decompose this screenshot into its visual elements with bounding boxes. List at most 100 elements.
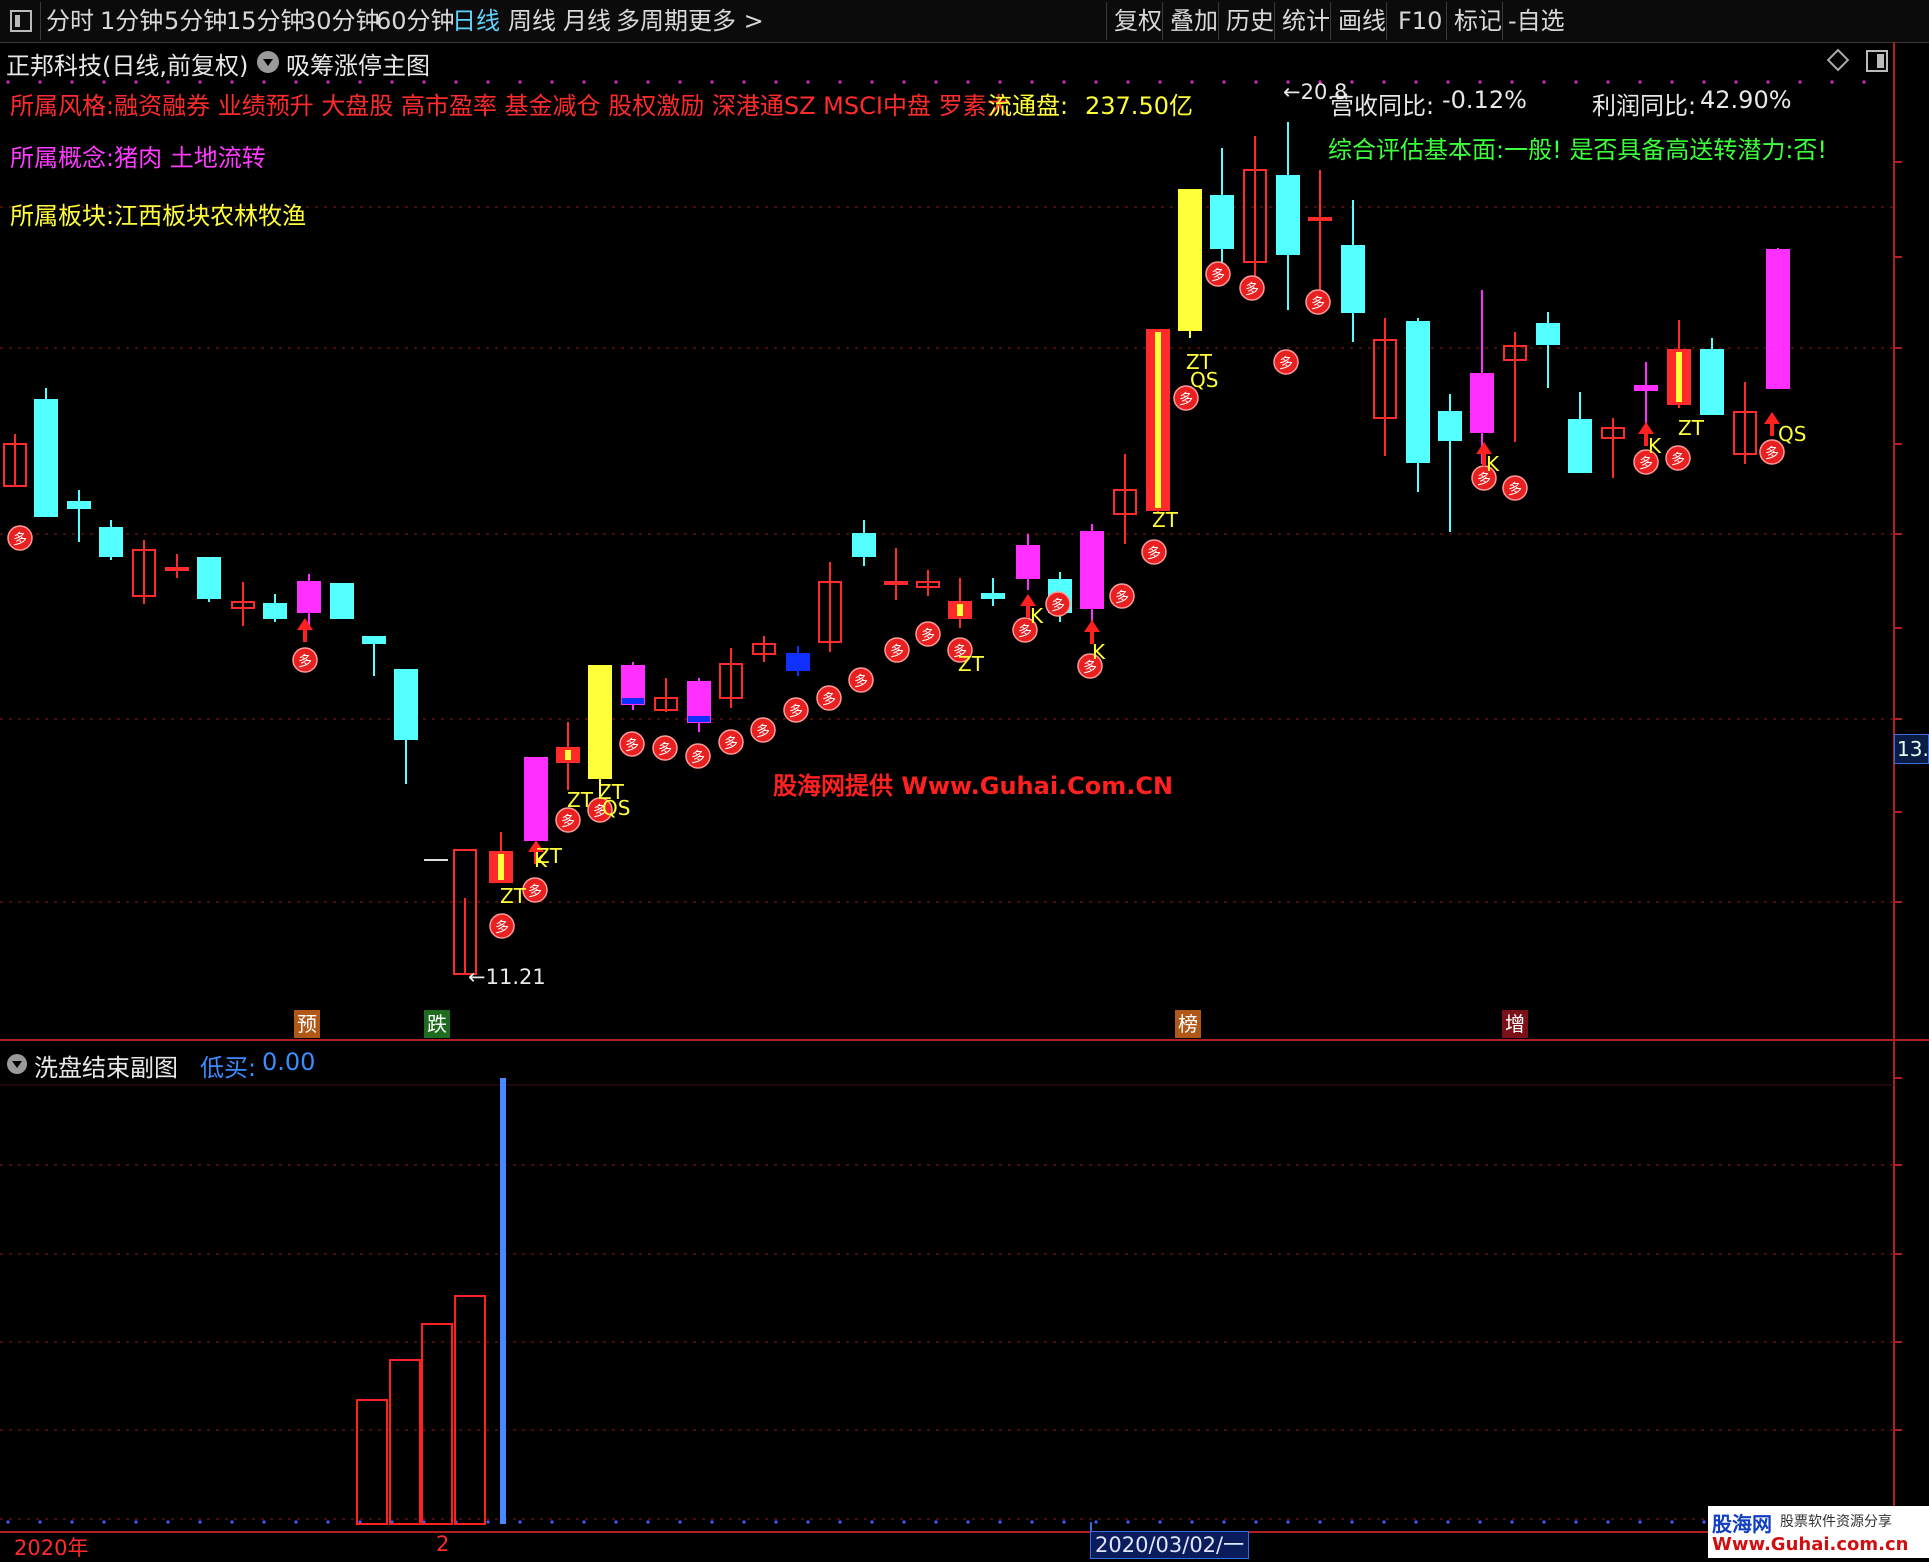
candle-body bbox=[330, 583, 354, 619]
top-dot bbox=[902, 80, 906, 84]
top-dot bbox=[1510, 80, 1514, 84]
top-dot bbox=[646, 80, 650, 84]
panel-toggle-icon[interactable] bbox=[1866, 50, 1888, 72]
candle-body bbox=[165, 567, 189, 571]
tab-5min[interactable]: 5分钟 bbox=[164, 4, 227, 38]
duo-buy-glyph: 多 bbox=[495, 919, 509, 936]
top-dot bbox=[1094, 80, 1098, 84]
top-dot bbox=[454, 80, 458, 84]
watermark: 股海网提供 Www.Guhai.Com.CN bbox=[773, 772, 1174, 800]
top-dot bbox=[838, 80, 842, 84]
duo-buy-glyph: 多 bbox=[528, 883, 542, 900]
time-dot bbox=[614, 1520, 618, 1524]
watchlist-button[interactable]: -自选 bbox=[1508, 4, 1565, 38]
candle-body bbox=[588, 665, 612, 779]
event-tag-rank[interactable]: 榜 bbox=[1175, 1010, 1201, 1038]
window-menu-icon[interactable] bbox=[10, 10, 32, 32]
top-dot bbox=[1670, 80, 1674, 84]
tab-multi-period[interactable]: 多周期 bbox=[616, 4, 688, 38]
time-dot bbox=[1158, 1520, 1162, 1524]
up-arrow-icon bbox=[297, 618, 313, 642]
low-buy-value: 0.00 bbox=[262, 1048, 316, 1076]
candle-body bbox=[1080, 531, 1104, 609]
wash-bar bbox=[454, 1295, 486, 1525]
duo-buy-glyph: 多 bbox=[298, 653, 312, 670]
wash-bar bbox=[356, 1399, 388, 1525]
top-dot bbox=[934, 80, 938, 84]
draw-line-button[interactable]: 画线 bbox=[1338, 4, 1386, 38]
candle-body bbox=[884, 581, 908, 585]
event-tag-drop[interactable]: 跌 bbox=[424, 1010, 450, 1038]
event-tag-increase[interactable]: 增 bbox=[1502, 1010, 1528, 1038]
top-dot bbox=[1478, 80, 1482, 84]
candle-body bbox=[67, 501, 91, 509]
indicator-dropdown-icon[interactable] bbox=[257, 51, 279, 73]
tab-daily[interactable]: 日线 bbox=[452, 4, 500, 38]
tab-fenshi[interactable]: 分时 bbox=[46, 4, 94, 38]
style-tags: 所属风格:融资融券 业绩预升 大盘股 高市盈率 基金减仓 股权激励 深港通SZ … bbox=[10, 92, 1011, 120]
candle-body bbox=[34, 399, 58, 517]
history-button[interactable]: 历史 bbox=[1226, 4, 1274, 38]
tab-60min[interactable]: 60分钟 bbox=[376, 4, 455, 38]
candle-body bbox=[1438, 411, 1462, 441]
duo-buy-glyph: 多 bbox=[625, 737, 639, 754]
low-buy-spike bbox=[500, 1078, 506, 1524]
f10-button[interactable]: F10 bbox=[1398, 4, 1442, 38]
candle-base bbox=[622, 698, 644, 704]
fuquan-button[interactable]: 复权 bbox=[1114, 4, 1162, 38]
up-arrow-icon bbox=[1764, 412, 1780, 436]
candle-body bbox=[1700, 349, 1724, 415]
time-dot bbox=[1222, 1520, 1226, 1524]
tab-30min[interactable]: 30分钟 bbox=[301, 4, 380, 38]
tab-1min[interactable]: 1分钟 bbox=[100, 4, 163, 38]
limit-up-stripe bbox=[1155, 332, 1161, 508]
up-arrow-icon bbox=[1084, 620, 1100, 644]
indicator-name[interactable]: 吸筹涨停主图 bbox=[286, 46, 430, 81]
tab-monthly[interactable]: 月线 bbox=[563, 4, 611, 38]
top-dot bbox=[1766, 80, 1770, 84]
duo-buy-glyph: 多 bbox=[1477, 471, 1491, 488]
tab-weekly[interactable]: 周线 bbox=[508, 4, 556, 38]
top-dot bbox=[1030, 80, 1034, 84]
time-dot bbox=[1350, 1520, 1354, 1524]
sub-indicator-dropdown-icon[interactable] bbox=[7, 1054, 27, 1074]
time-dot bbox=[486, 1520, 490, 1524]
tab-more[interactable]: 更多 > bbox=[688, 4, 764, 38]
tab-15min[interactable]: 15分钟 bbox=[226, 4, 305, 38]
sub-chart-title[interactable]: 洗盘结束副图 bbox=[34, 1048, 178, 1083]
overlay-button[interactable]: 叠加 bbox=[1170, 4, 1218, 38]
candle-body bbox=[1470, 373, 1494, 433]
duo-buy-glyph: 多 bbox=[1765, 445, 1779, 462]
duo-buy-glyph: 多 bbox=[1147, 545, 1161, 562]
candle-body bbox=[1406, 321, 1430, 463]
top-dot bbox=[1606, 80, 1610, 84]
stats-button[interactable]: 统计 bbox=[1282, 4, 1330, 38]
top-dot bbox=[1382, 80, 1386, 84]
top-dot bbox=[262, 80, 266, 84]
wash-bar bbox=[421, 1323, 453, 1525]
candle-body bbox=[1766, 249, 1790, 389]
top-dot bbox=[742, 80, 746, 84]
float-value: 237.50亿 bbox=[1085, 92, 1193, 120]
time-dot bbox=[518, 1520, 522, 1524]
limit-up-stripe bbox=[498, 854, 504, 880]
top-dot bbox=[1862, 80, 1866, 84]
current-price-tag: 13. bbox=[1894, 734, 1929, 764]
month-label: 2 bbox=[436, 1532, 450, 1556]
duo-buy-glyph: 多 bbox=[724, 735, 738, 752]
duo-buy-glyph: 多 bbox=[1018, 623, 1032, 640]
time-dot bbox=[774, 1520, 778, 1524]
time-dot bbox=[1638, 1520, 1642, 1524]
top-dot bbox=[1062, 80, 1066, 84]
top-dot bbox=[582, 80, 586, 84]
mark-button[interactable]: 标记 bbox=[1454, 4, 1502, 38]
time-dot bbox=[1318, 1520, 1322, 1524]
time-dot bbox=[1062, 1520, 1066, 1524]
duo-buy-glyph: 多 bbox=[890, 643, 904, 660]
top-dot bbox=[1702, 80, 1706, 84]
event-tag-forecast[interactable]: 预 bbox=[294, 1010, 320, 1038]
time-dot bbox=[326, 1520, 330, 1524]
duo-buy-glyph: 多 bbox=[1311, 295, 1325, 312]
time-dot bbox=[582, 1520, 586, 1524]
time-dot bbox=[1414, 1520, 1418, 1524]
